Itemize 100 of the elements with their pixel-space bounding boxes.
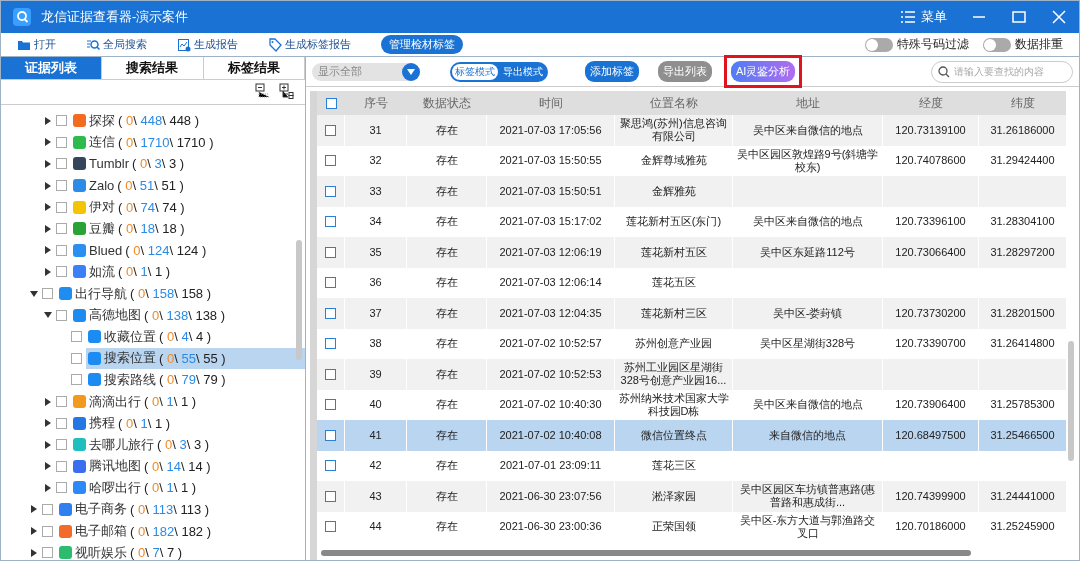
tree-item[interactable]: 探探 ( 0\ 448\ 448 ) [71, 110, 204, 132]
panel-tab[interactable]: 证据列表 [1, 57, 103, 79]
table-row[interactable]: 41 存在 2021-07-02 10:40:08 微信位置终点 来自微信的地点 120.68497500 31.25466500 [317, 420, 1066, 451]
tree-item[interactable]: Tumblr ( 0\ 3\ 3 ) [71, 153, 189, 175]
tree-item[interactable]: 搜索位置 ( 0\ 55\ 55 ) [86, 347, 305, 369]
expand-arrow-icon[interactable] [43, 462, 52, 471]
toolbar-button[interactable]: 生成报告 [177, 37, 238, 52]
tree-item[interactable]: 携程 ( 0\ 1\ 1 ) [71, 412, 175, 434]
tree-item[interactable]: 连信 ( 0\ 1710\ 1710 ) [71, 131, 218, 153]
tree-item[interactable]: 如流 ( 0\ 1\ 1 ) [71, 261, 175, 283]
tree-item[interactable]: 电子邮箱 ( 0\ 182\ 182 ) [57, 520, 216, 542]
tree-item[interactable]: 腾讯地图 ( 0\ 14\ 14 ) [71, 455, 215, 477]
tree-checkbox[interactable] [56, 115, 67, 127]
scrollbar-thumb[interactable] [321, 550, 971, 556]
row-checkbox[interactable] [325, 277, 336, 289]
table-row[interactable]: 37 存在 2021-07-03 12:04:35 莲花新村三区 吴中区-娄葑镇 120.73730200 31.28201500 [317, 298, 1066, 329]
tree-checkbox[interactable] [42, 547, 53, 559]
expand-arrow-icon[interactable] [43, 246, 52, 255]
expand-arrow-icon[interactable] [43, 138, 52, 147]
expand-arrow-icon[interactable] [43, 203, 52, 212]
expand-arrow-icon[interactable] [29, 548, 38, 557]
expand-arrow-icon[interactable] [43, 181, 52, 190]
row-checkbox[interactable] [325, 368, 336, 380]
tree-checkbox[interactable] [56, 244, 67, 256]
toolbar-button[interactable]: 生成标签报告 [268, 37, 351, 52]
expand-arrow-icon[interactable] [43, 483, 52, 492]
tree-checkbox[interactable] [71, 352, 82, 364]
tree-item[interactable]: 哈啰出行 ( 0\ 1\ 1 ) [71, 477, 201, 499]
column-header[interactable]: 时间 [487, 91, 615, 115]
column-header[interactable]: 经度 [883, 91, 979, 115]
row-checkbox[interactable] [325, 246, 336, 258]
expand-arrow-icon[interactable] [29, 505, 38, 514]
tree-item[interactable]: 视听娱乐 ( 0\ 7\ 7 ) [57, 542, 187, 560]
row-checkbox[interactable] [325, 521, 336, 533]
tree-checkbox[interactable] [56, 396, 67, 407]
tree-item[interactable]: 滴滴出行 ( 0\ 1\ 1 ) [71, 391, 201, 412]
column-header[interactable]: 地址 [733, 91, 883, 115]
menu-button[interactable]: 菜单 [901, 8, 947, 26]
tree-checkbox[interactable] [56, 201, 67, 213]
toggle-switch[interactable] [983, 37, 1011, 52]
collapse-arrow-icon[interactable] [29, 289, 38, 298]
row-checkbox[interactable] [325, 124, 336, 136]
tree-checkbox[interactable] [56, 417, 67, 429]
row-checkbox[interactable] [325, 216, 336, 228]
tree-item[interactable]: 高德地图 ( 0\ 138\ 138 ) [71, 304, 230, 326]
tree-checkbox[interactable] [71, 374, 82, 386]
tree-checkbox[interactable] [56, 439, 67, 451]
search-field[interactable]: 请输入要查找的内容 [931, 60, 1073, 83]
toolbar-button[interactable]: 打开 [17, 37, 56, 52]
scrollbar-thumb[interactable] [296, 240, 302, 360]
tree-checkbox[interactable] [56, 180, 67, 192]
collapse-all-icon[interactable] [255, 83, 271, 99]
row-checkbox[interactable] [325, 490, 336, 502]
expand-arrow-icon[interactable] [29, 527, 38, 536]
column-header[interactable]: 位置名称 [615, 91, 733, 115]
scrollbar-thumb[interactable] [1068, 341, 1074, 461]
collapse-arrow-icon[interactable] [43, 311, 52, 320]
mode-option[interactable]: 标签模式 [452, 63, 498, 80]
expand-all-icon[interactable] [279, 83, 295, 99]
action-button[interactable]: AI灵鉴分析 [731, 61, 796, 82]
tree-checkbox[interactable] [56, 482, 67, 494]
expand-arrow-icon[interactable] [43, 224, 52, 233]
tree-checkbox[interactable] [56, 158, 67, 170]
expand-arrow-icon[interactable] [43, 440, 52, 449]
column-header[interactable]: 序号 [345, 91, 407, 115]
tree-item[interactable]: Zalo ( 0\ 51\ 51 ) [71, 175, 188, 197]
table-row[interactable]: 33 存在 2021-07-03 15:50:51 金辉雅苑 [317, 176, 1066, 207]
expand-arrow-icon[interactable] [43, 397, 52, 406]
toolbar-button[interactable]: 管理检材标签 [381, 35, 463, 54]
close-icon[interactable] [1051, 9, 1067, 25]
row-checkbox[interactable] [325, 307, 336, 319]
tree-item[interactable]: 电子商务 ( 0\ 113\ 113 ) [57, 499, 214, 520]
toggle-switch[interactable] [865, 37, 893, 52]
table-row[interactable]: 39 存在 2021-07-02 10:52:53 苏州工业园区星湖街328号创意产业园16... [317, 359, 1066, 390]
row-checkbox[interactable] [325, 338, 336, 350]
column-header[interactable]: 数据状态 [407, 91, 487, 115]
tree-item[interactable]: 去哪儿旅行 ( 0\ 3\ 3 ) [71, 434, 214, 456]
tree-item[interactable]: 搜索路线 ( 0\ 79\ 79 ) [86, 369, 230, 391]
tree-checkbox[interactable] [42, 288, 53, 300]
tree-checkbox[interactable] [56, 136, 67, 148]
maximize-icon[interactable] [1011, 9, 1027, 25]
row-checkbox[interactable] [325, 460, 336, 472]
tree-checkbox[interactable] [56, 460, 67, 472]
toolbar-button[interactable]: 全局搜索 [86, 37, 147, 52]
table-row[interactable]: 31 存在 2021-07-03 17:05:56 聚思鸿(苏州)信息咨询有限公司 吴中区来自微信的地点 120.73139100 31.26186000 [317, 115, 1066, 146]
row-checkbox[interactable] [325, 429, 336, 441]
expand-arrow-icon[interactable] [43, 419, 52, 428]
row-checkbox[interactable] [325, 155, 336, 167]
tree-checkbox[interactable] [56, 223, 67, 235]
tree-checkbox[interactable] [42, 504, 53, 515]
tree-item[interactable]: 收藏位置 ( 0\ 4\ 4 ) [86, 326, 216, 348]
select-all-checkbox[interactable] [325, 97, 337, 109]
tree-checkbox[interactable] [56, 309, 67, 321]
row-checkbox[interactable] [325, 399, 336, 411]
tree-checkbox[interactable] [56, 266, 67, 278]
column-header[interactable]: 纬度 [979, 91, 1066, 115]
table-row[interactable]: 43 存在 2021-06-30 23:07:56 淞泽家园 吴中区园区车坊镇普惠路(惠普路和惠成街... 120.74399900 31.24441000 [317, 481, 1066, 512]
tree-item[interactable]: 伊对 ( 0\ 74\ 74 ) [71, 196, 189, 218]
tree-item[interactable]: Blued ( 0\ 124\ 124 ) [71, 239, 211, 261]
action-button[interactable]: 添加标签 [585, 61, 639, 82]
